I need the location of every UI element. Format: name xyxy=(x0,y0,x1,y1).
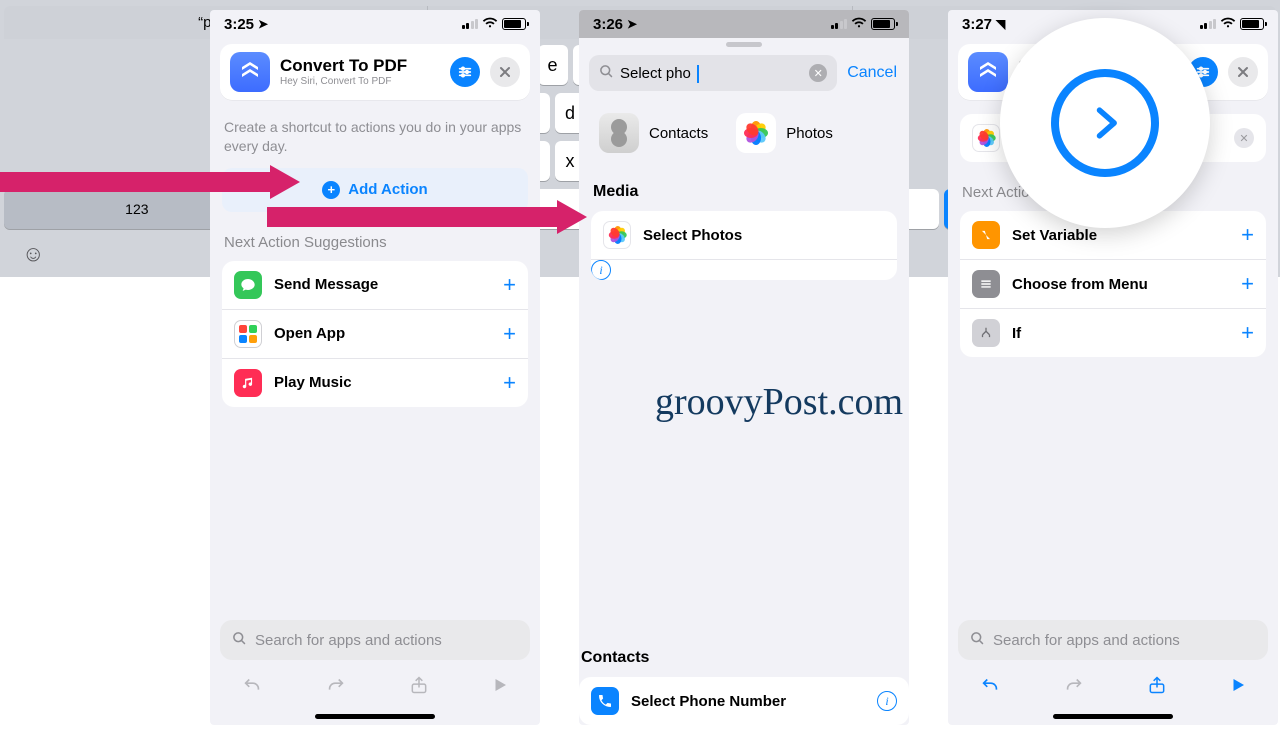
photos-app-icon xyxy=(736,113,776,153)
media-section-title: Media xyxy=(593,183,895,201)
add-icon: + xyxy=(1241,271,1254,297)
search-icon xyxy=(970,631,985,650)
location-icon: ◥ xyxy=(996,17,1005,31)
status-bar: 3:25 ➤ xyxy=(210,10,540,38)
suggestion-play-music[interactable]: Play Music + xyxy=(222,359,528,407)
add-icon: + xyxy=(1241,320,1254,346)
watermark: groovyPost.com xyxy=(655,380,903,424)
photos-icon xyxy=(603,221,631,249)
search-icon xyxy=(599,64,614,83)
battery-icon xyxy=(1240,18,1264,30)
home-indicator xyxy=(315,714,435,719)
shortcut-app-icon xyxy=(968,52,1008,92)
search-field[interactable]: Search for apps and actions xyxy=(220,620,530,660)
contacts-app-icon xyxy=(599,113,639,153)
sheet-grabber[interactable] xyxy=(726,42,762,47)
action-select-photos[interactable]: Select Photos xyxy=(591,211,897,260)
play-callout xyxy=(1000,18,1210,228)
add-icon: + xyxy=(503,370,516,396)
branch-icon xyxy=(972,319,1000,347)
cell-signal-icon xyxy=(831,19,848,29)
add-action-label: Add Action xyxy=(348,181,427,198)
bottom-toolbar xyxy=(210,664,540,710)
menu-icon xyxy=(972,270,1000,298)
bottom-toolbar xyxy=(948,664,1278,710)
battery-icon xyxy=(502,18,526,30)
clear-search-button[interactable]: ✕ xyxy=(809,64,827,82)
status-time: 3:27 xyxy=(962,16,992,33)
home-indicator xyxy=(1053,714,1173,719)
cancel-button[interactable]: Cancel xyxy=(847,64,897,82)
phone-panel-1: 3:25 ➤ Convert To PDF Hey Siri, Convert … xyxy=(210,10,540,725)
close-button[interactable] xyxy=(1228,57,1258,87)
message-icon xyxy=(234,271,262,299)
hint-text: Create a shortcut to actions you do in y… xyxy=(224,118,526,156)
text-cursor xyxy=(697,65,699,83)
app-grid-icon xyxy=(234,320,262,348)
share-button[interactable] xyxy=(409,674,429,702)
play-button[interactable] xyxy=(491,676,509,700)
variable-icon xyxy=(972,221,1000,249)
info-button[interactable]: i xyxy=(591,260,611,280)
shortcut-subtitle: Hey Siri, Convert To PDF xyxy=(280,76,440,87)
callout-ring xyxy=(1051,69,1159,177)
add-icon: + xyxy=(503,272,516,298)
location-icon: ➤ xyxy=(258,17,268,31)
redo-button[interactable] xyxy=(325,674,347,702)
wifi-icon xyxy=(851,16,867,32)
status-bar: 3:26 ➤ xyxy=(579,10,909,38)
apps-row: Contacts Photos xyxy=(591,103,897,161)
info-button[interactable]: i xyxy=(877,691,897,711)
battery-icon xyxy=(871,18,895,30)
location-icon: ➤ xyxy=(627,17,637,31)
share-button[interactable] xyxy=(1147,674,1167,702)
search-icon xyxy=(232,631,247,650)
search-field[interactable]: Search for apps and actions xyxy=(958,620,1268,660)
emoji-key[interactable]: ☺ xyxy=(22,241,44,269)
wifi-icon xyxy=(1220,16,1236,32)
undo-button[interactable] xyxy=(241,674,263,702)
search-placeholder: Search for apps and actions xyxy=(993,632,1180,649)
settings-button[interactable] xyxy=(450,57,480,87)
music-icon xyxy=(234,369,262,397)
app-contacts[interactable]: Contacts xyxy=(599,113,708,153)
status-time: 3:25 xyxy=(224,16,254,33)
shortcut-header: Convert To PDF Hey Siri, Convert To PDF xyxy=(220,44,530,100)
search-value: Select pho xyxy=(620,65,691,82)
suggestion-open-app[interactable]: Open App + xyxy=(222,310,528,359)
add-icon: + xyxy=(1241,222,1254,248)
contacts-section-title: Contacts xyxy=(581,649,907,667)
photos-icon xyxy=(972,124,1000,152)
search-input[interactable]: Select pho ✕ xyxy=(589,55,837,91)
key-e[interactable]: e xyxy=(538,45,568,85)
remove-step-button[interactable]: ✕ xyxy=(1234,128,1254,148)
app-photos[interactable]: Photos xyxy=(736,113,833,153)
add-action-button[interactable]: + Add Action xyxy=(222,168,528,212)
cell-signal-icon xyxy=(1200,19,1217,29)
wifi-icon xyxy=(482,16,498,32)
close-button[interactable] xyxy=(490,57,520,87)
action-select-phone-number[interactable]: Select Phone Number i xyxy=(579,677,909,725)
add-icon: + xyxy=(503,321,516,347)
plus-icon: + xyxy=(322,181,340,199)
suggestion-choose-from-menu[interactable]: Choose from Menu + xyxy=(960,260,1266,309)
suggestion-if[interactable]: If + xyxy=(960,309,1266,357)
suggestion-send-message[interactable]: Send Message + xyxy=(222,261,528,310)
redo-button[interactable] xyxy=(1063,674,1085,702)
phone-panel-2: 3:26 ➤ Select pho ✕ Cancel Contacts xyxy=(579,10,909,725)
suggestions-list: Send Message + Open App + Play Music + xyxy=(222,261,528,407)
status-time: 3:26 xyxy=(593,16,623,33)
search-placeholder: Search for apps and actions xyxy=(255,632,442,649)
suggestions-title: Next Action Suggestions xyxy=(224,234,526,251)
undo-button[interactable] xyxy=(979,674,1001,702)
shortcut-title: Convert To PDF xyxy=(280,57,440,76)
phone-icon xyxy=(591,687,619,715)
shortcut-app-icon xyxy=(230,52,270,92)
cell-signal-icon xyxy=(462,19,479,29)
play-button[interactable] xyxy=(1229,676,1247,700)
